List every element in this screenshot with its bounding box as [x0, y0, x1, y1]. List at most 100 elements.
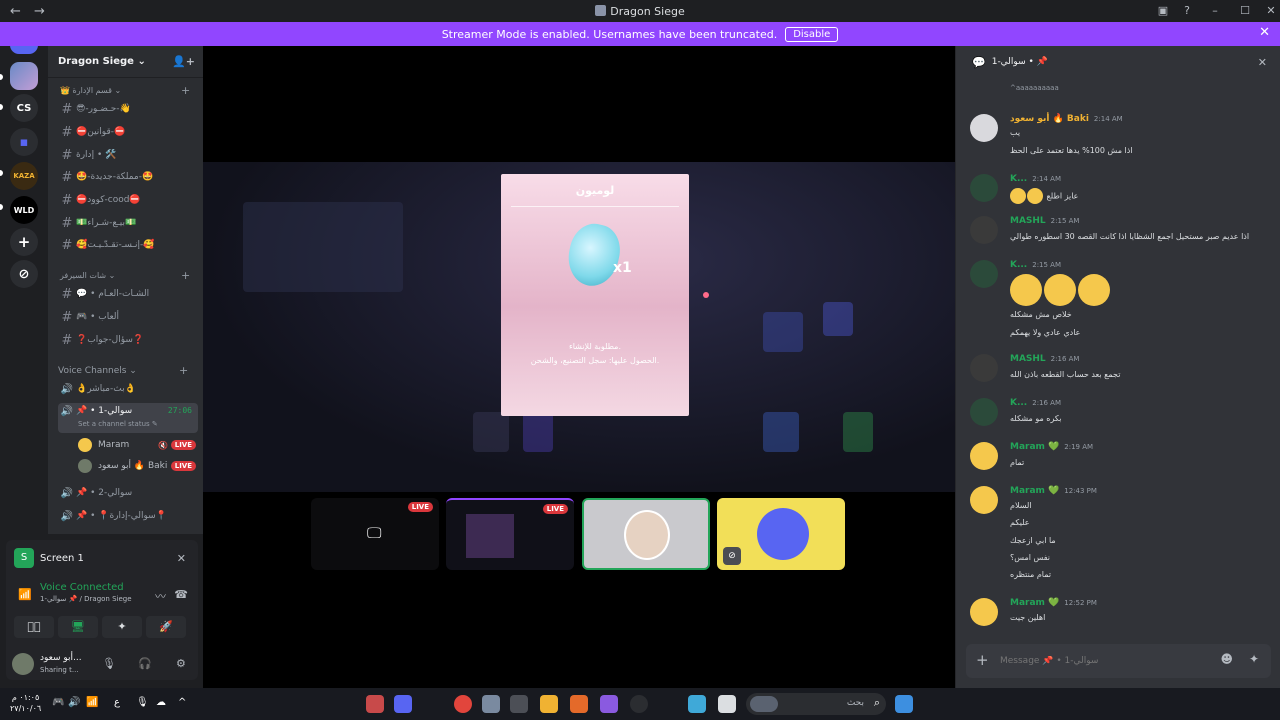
voice-channel-item[interactable]: 🔊 📌 • 📍سوالي-إدارة📍: [58, 507, 198, 525]
app-icon[interactable]: [570, 695, 588, 713]
author-name[interactable]: K... 2:14 AM: [1010, 174, 1061, 184]
start-icon[interactable]: [895, 695, 913, 713]
avatar[interactable]: [12, 653, 34, 675]
chrome-icon[interactable]: [454, 695, 472, 713]
server-wld[interactable]: WLD: [10, 196, 38, 224]
channel-item[interactable]: # 💬 • الشـات-العـام: [58, 285, 198, 303]
noise-suppression-icon[interactable]: 〰: [155, 588, 166, 604]
wifi-icon[interactable]: 📶: [86, 697, 98, 708]
author-name[interactable]: أبو سعود 🔥 Baki 2:14 AM: [1010, 114, 1123, 124]
add-channel-icon[interactable]: +: [181, 269, 190, 282]
add-channel-icon[interactable]: +: [179, 364, 188, 377]
screen-share-view[interactable]: لوميون x1 مطلوبة للإنشاء. الحصول عليها: …: [203, 162, 955, 492]
voice-channel-item[interactable]: 🔊 👌بث-مباشر👌: [58, 380, 198, 398]
discord-taskbar-icon[interactable]: [394, 695, 412, 713]
channel-item[interactable]: # 🤩-مملكة-جديدة-🤩: [58, 168, 198, 186]
server-kaza[interactable]: KAZA: [10, 162, 38, 190]
author-name[interactable]: MASHL 2:15 AM: [1010, 216, 1079, 226]
avatar[interactable]: [970, 260, 998, 288]
avatar[interactable]: [970, 442, 998, 470]
avatar[interactable]: [970, 114, 998, 142]
copilot-icon[interactable]: [600, 695, 618, 713]
message-input[interactable]: [1000, 652, 1200, 670]
author-name[interactable]: Maram 💚 12:43 PM: [1010, 486, 1097, 496]
disconnect-icon[interactable]: ☎: [174, 588, 188, 601]
channel-item[interactable]: # 🎮 • ألعاب: [58, 308, 198, 326]
avatar[interactable]: [970, 398, 998, 426]
folder-icon[interactable]: ▪: [10, 128, 38, 156]
channel-status[interactable]: Set a channel status ✎: [78, 420, 158, 428]
activities-button[interactable]: ✦: [102, 616, 142, 638]
mic-icon[interactable]: 🎙: [136, 697, 149, 708]
channel-item[interactable]: # 💵بيـع-شـراء💵: [58, 214, 198, 232]
avatar[interactable]: [970, 486, 998, 514]
chat-close-icon[interactable]: ✕: [1258, 56, 1267, 69]
folder-icon[interactable]: [540, 695, 558, 713]
stream-tile[interactable]: LIVE 🖵: [311, 498, 439, 570]
minimize-button[interactable]: –: [1200, 0, 1230, 22]
user-tile[interactable]: ⊘: [717, 498, 845, 570]
category-chat[interactable]: شات السيرفر ⌄ +: [60, 269, 190, 282]
category-admin[interactable]: 👑 قسم الإدارة ⌄ +: [60, 84, 190, 97]
voice-connected-text[interactable]: Voice Connected: [40, 582, 194, 593]
signal-icon[interactable]: 📶: [18, 588, 32, 601]
close-window-button[interactable]: ✕: [1256, 0, 1280, 22]
cloud-icon[interactable]: ☁: [156, 697, 166, 708]
channel-item[interactable]: # 🥰إنـسـ-تقـدّـيـت-🥰: [58, 236, 198, 254]
avatar[interactable]: [970, 598, 998, 626]
headset-icon[interactable]: 🎧: [138, 657, 152, 670]
clock[interactable]: ٠١:٠٥ م ٢٧/١٠/٠٦: [10, 692, 41, 714]
channel-item[interactable]: # ❓سؤال-جواب❓: [58, 331, 198, 349]
invite-icon[interactable]: 👤+: [172, 55, 195, 68]
gear-icon[interactable]: ⚙: [176, 657, 186, 670]
vc-member[interactable]: Maram 🔇 LIVE: [78, 436, 196, 454]
help-icon[interactable]: ?: [1172, 0, 1202, 22]
avatar[interactable]: [970, 216, 998, 244]
add-server-icon[interactable]: +: [10, 228, 38, 256]
channel-item[interactable]: # 😎-حـضـور-👋: [58, 100, 198, 118]
stop-stream-icon[interactable]: ✕: [177, 552, 186, 565]
soundboard-button[interactable]: 🚀: [146, 616, 186, 638]
apps-icon[interactable]: ✦: [1249, 652, 1259, 666]
vc-member[interactable]: أبو سعود 🔥 Baki LIVE: [78, 457, 196, 475]
store-icon[interactable]: [510, 695, 528, 713]
avatar[interactable]: [970, 354, 998, 382]
volume-icon[interactable]: 🔊: [68, 697, 80, 708]
mic-icon[interactable]: 🎙: [102, 657, 116, 670]
author-name[interactable]: MASHL 2:16 AM: [1010, 354, 1079, 364]
banner-close-icon[interactable]: ✕: [1259, 25, 1270, 40]
stream-tile[interactable]: LIVE: [446, 498, 574, 570]
disable-button[interactable]: Disable: [785, 26, 839, 42]
attach-plus-icon[interactable]: +: [976, 651, 989, 669]
category-voice[interactable]: Voice Channels ⌄ +: [58, 364, 188, 377]
camera-off-button[interactable]: 📷⃠: [14, 616, 54, 638]
share-screen-button[interactable]: 🖥: [58, 616, 98, 638]
add-channel-icon[interactable]: +: [181, 84, 190, 97]
language-indicator[interactable]: ع: [114, 697, 120, 708]
gamepad-icon[interactable]: 🎮: [52, 697, 64, 708]
channel-item[interactable]: # إدارة • 🛠️: [58, 146, 198, 164]
back-arrow-icon[interactable]: ←: [10, 4, 24, 19]
server-cs[interactable]: CS: [10, 94, 38, 122]
forward-arrow-icon[interactable]: →: [34, 4, 48, 19]
app-icon[interactable]: [630, 695, 648, 713]
voice-channel-item[interactable]: 🔊 📌 • سوالي-2: [58, 484, 198, 502]
user-tile[interactable]: [582, 498, 710, 570]
app-icon[interactable]: [688, 695, 706, 713]
author-name[interactable]: K... 2:15 AM: [1010, 260, 1061, 270]
explore-icon[interactable]: ⊘: [10, 260, 38, 288]
task-view-icon[interactable]: [718, 695, 736, 713]
search-box[interactable]: بحث ⌕: [746, 693, 886, 715]
emoji-picker-icon[interactable]: ☻: [1220, 652, 1233, 666]
app-icon[interactable]: [366, 695, 384, 713]
voice-channel-active[interactable]: 🔊 📌 • سوالي-1 27:06 Set a channel status…: [58, 403, 198, 433]
message-composer[interactable]: + ☻ ✦: [966, 644, 1271, 678]
chevron-up-icon[interactable]: ^: [178, 697, 186, 708]
author-name[interactable]: K... 2:16 AM: [1010, 398, 1061, 408]
app-icon[interactable]: [482, 695, 500, 713]
channel-item[interactable]: # ⛔قوانين-⛔: [58, 123, 198, 141]
author-name[interactable]: Maram 💚 2:19 AM: [1010, 442, 1093, 452]
author-name[interactable]: Maram 💚 12:52 PM: [1010, 598, 1097, 608]
server-dragon-siege[interactable]: [10, 62, 38, 90]
guild-header[interactable]: Dragon Siege ⌄ 👤+: [48, 46, 203, 78]
